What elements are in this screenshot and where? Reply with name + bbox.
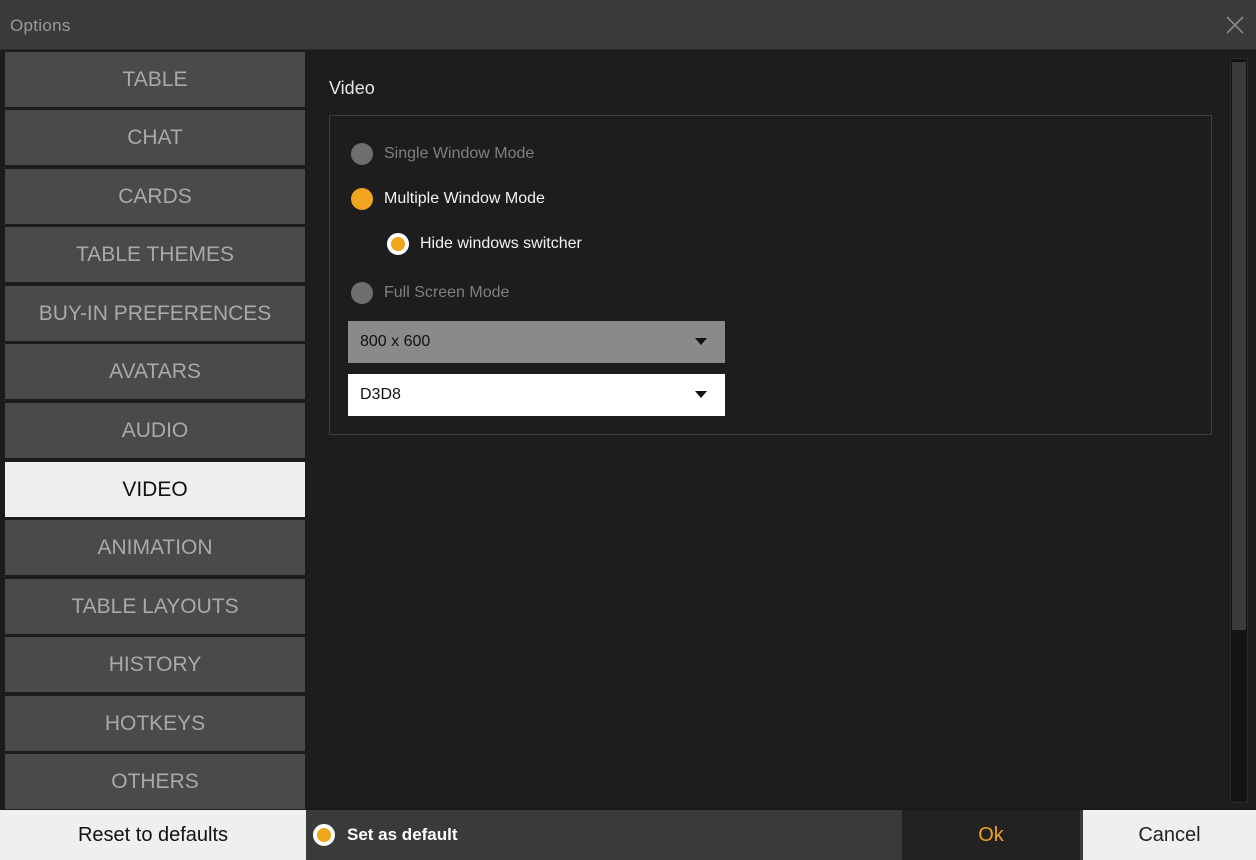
section-title: Video [329, 78, 375, 98]
nav-item-table-layouts[interactable]: TABLE LAYOUTS [5, 579, 305, 634]
renderer-value: D3D8 [360, 386, 401, 403]
nav-item-cards[interactable]: CARDS [5, 169, 305, 224]
content-scrollbar[interactable] [1226, 50, 1256, 808]
resolution-dropdown[interactable]: 800 x 600 [348, 321, 725, 363]
nav-item-table-themes[interactable]: TABLE THEMES [5, 227, 305, 282]
hide-windows-switcher-label: Hide windows switcher [420, 235, 582, 252]
nav-item-buy-in-preferences[interactable]: BUY-IN PREFERENCES [5, 286, 305, 341]
footer-bar: Reset to defaults Set as default Ok Canc… [0, 810, 1256, 860]
radio-checked-icon [313, 824, 335, 846]
nav-item-history[interactable]: HISTORY [5, 637, 305, 692]
nav-item-audio[interactable]: AUDIO [5, 403, 305, 458]
radio-unchecked-icon [351, 282, 373, 304]
video-mode-group: Single Window Mode Multiple Window Mode … [329, 115, 1212, 435]
options-sidebar: TABLE CHAT CARDS TABLE THEMES BUY-IN PRE… [0, 50, 306, 810]
radio-checked-icon [351, 188, 373, 210]
full-screen-mode-label: Full Screen Mode [384, 284, 510, 301]
multiple-window-mode-label: Multiple Window Mode [384, 190, 545, 207]
nav-item-chat[interactable]: CHAT [5, 110, 305, 165]
full-screen-mode-option[interactable]: Full Screen Mode [351, 282, 509, 304]
radio-unchecked-icon [351, 143, 373, 165]
nav-item-table[interactable]: TABLE [5, 52, 305, 107]
title-bar: Options [0, 0, 1256, 50]
nav-item-animation[interactable]: ANIMATION [5, 520, 305, 575]
renderer-dropdown[interactable]: D3D8 [348, 374, 725, 416]
multiple-window-mode-option[interactable]: Multiple Window Mode [351, 188, 545, 210]
scrollbar-thumb[interactable] [1232, 62, 1246, 630]
close-icon [1226, 16, 1244, 34]
chevron-down-icon [695, 391, 707, 398]
hide-windows-switcher-option[interactable]: Hide windows switcher [387, 233, 582, 255]
chevron-down-icon [695, 338, 707, 345]
resolution-value: 800 x 600 [360, 333, 431, 350]
nav-item-others[interactable]: OTHERS [5, 754, 305, 809]
set-as-default-option[interactable]: Set as default [313, 810, 458, 860]
single-window-mode-option[interactable]: Single Window Mode [351, 143, 534, 165]
video-settings-panel: Video Single Window Mode Multiple Window… [306, 50, 1226, 808]
reset-to-defaults-button[interactable]: Reset to defaults [0, 810, 306, 860]
single-window-mode-label: Single Window Mode [384, 145, 535, 162]
close-button[interactable] [1224, 14, 1246, 36]
nav-item-video[interactable]: VIDEO [5, 462, 305, 517]
nav-item-hotkeys[interactable]: HOTKEYS [5, 696, 305, 751]
cancel-button[interactable]: Cancel [1083, 810, 1256, 860]
window-title: Options [10, 16, 71, 35]
options-window: Options TABLE CHAT CARDS TABLE THEMES BU… [0, 0, 1256, 860]
radio-checked-icon [387, 233, 409, 255]
nav-item-avatars[interactable]: AVATARS [5, 344, 305, 399]
set-as-default-label: Set as default [347, 825, 458, 844]
ok-button[interactable]: Ok [902, 810, 1080, 860]
